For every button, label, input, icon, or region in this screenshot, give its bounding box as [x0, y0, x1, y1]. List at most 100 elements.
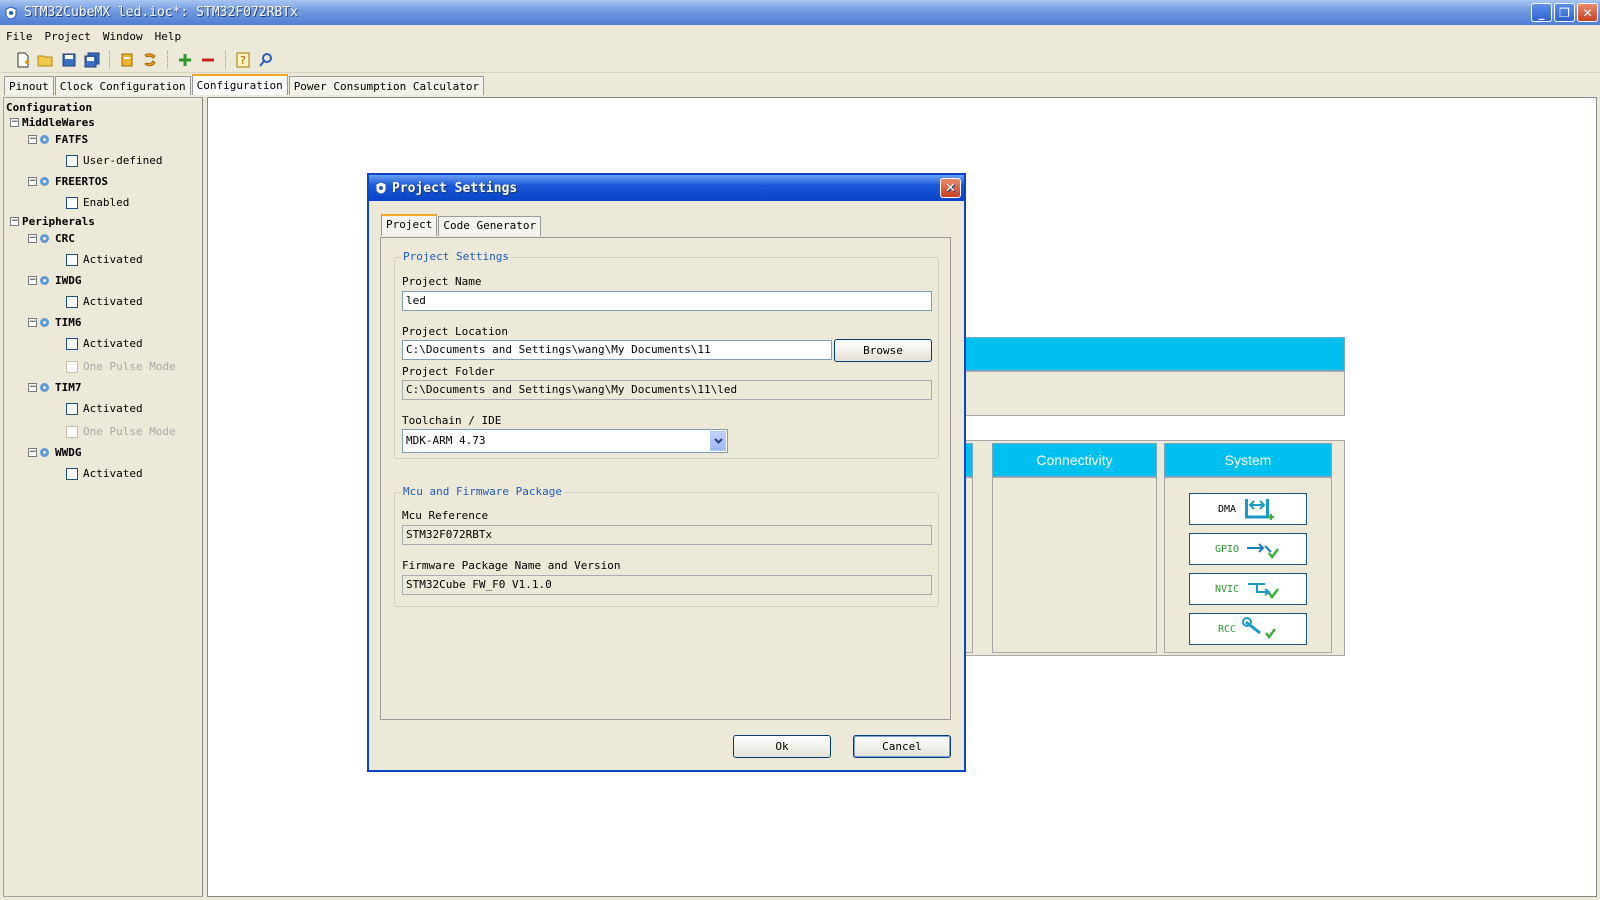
collapse-icon[interactable]: − — [28, 318, 37, 327]
dma-button[interactable]: DMA — [1189, 493, 1307, 525]
checkbox — [66, 360, 78, 373]
save-all-icon[interactable] — [83, 51, 101, 69]
checkbox[interactable] — [66, 402, 78, 415]
project-name-input[interactable]: led — [402, 291, 932, 311]
tab-code-generator[interactable]: Code Generator — [438, 216, 542, 236]
tree-wwdg-activated[interactable]: Activated — [66, 467, 143, 480]
project-settings-dialog: Project Settings ✕ Project Code Generato… — [367, 173, 966, 772]
nvic-button[interactable]: NVIC — [1189, 573, 1307, 605]
menu-help[interactable]: Help — [149, 30, 188, 43]
tree-crc[interactable]: − CRC — [28, 232, 75, 245]
menu-window[interactable]: Window — [97, 30, 149, 43]
gear-icon — [40, 276, 49, 285]
tree-tim6-one-pulse-mode: One Pulse Mode — [66, 360, 176, 373]
new-project-icon[interactable] — [14, 51, 32, 69]
zoom-in-plus-icon[interactable] — [176, 51, 194, 69]
tab-pinout[interactable]: Pinout — [4, 76, 54, 95]
collapse-icon[interactable]: − — [28, 234, 37, 243]
gpio-button[interactable]: GPIO — [1189, 533, 1307, 565]
stm32cubemx-logo-icon — [375, 181, 387, 195]
restore-button[interactable]: ❐ — [1554, 3, 1575, 22]
project-tab-panel: Project Settings Project Name led Projec… — [380, 237, 951, 720]
toolchain-label: Toolchain / IDE — [402, 414, 502, 427]
window-title: STM32CubeMX led.ioc*: STM32F072RBTx — [24, 5, 298, 20]
collapse-icon[interactable]: − — [10, 217, 19, 226]
generate-code-icon[interactable] — [141, 51, 159, 69]
menu-project[interactable]: Project — [39, 30, 97, 43]
search-icon[interactable] — [257, 51, 275, 69]
main-tab-bar: Pinout Clock Configuration Configuration… — [4, 74, 485, 95]
connectivity-header: Connectivity — [992, 443, 1157, 477]
dialog-close-button[interactable]: ✕ — [940, 178, 961, 198]
generate-report-icon[interactable] — [118, 51, 136, 69]
checkbox — [66, 425, 78, 438]
project-location-input[interactable]: C:\Documents and Settings\wang\My Docume… — [402, 340, 832, 360]
gear-icon — [40, 383, 49, 392]
tree-fatfs-user-defined[interactable]: User-defined — [66, 154, 162, 167]
tree-freertos-enabled[interactable]: Enabled — [66, 196, 129, 209]
tree-iwdg-activated[interactable]: Activated — [66, 295, 143, 308]
checkbox[interactable] — [66, 154, 78, 167]
configuration-tree-panel: Configuration − MiddleWares − FATFS User-d… — [3, 97, 203, 897]
tab-power-consumption-calculator[interactable]: Power Consumption Calculator — [288, 76, 485, 95]
window-close-button[interactable]: ✕ — [1577, 3, 1598, 22]
save-icon[interactable] — [60, 51, 78, 69]
tree-crc-activated[interactable]: Activated — [66, 253, 143, 266]
tree-tim7[interactable]: − TIM7 — [28, 381, 82, 394]
toolchain-select[interactable]: MDK-ARM 4.73 — [402, 429, 728, 453]
tab-configuration[interactable]: Configuration — [191, 74, 288, 95]
svg-text:?: ? — [240, 54, 246, 67]
tab-clock-configuration[interactable]: Clock Configuration — [54, 76, 191, 95]
collapse-icon[interactable]: − — [10, 118, 19, 127]
toolbar-separator — [167, 50, 168, 69]
gear-icon — [40, 234, 49, 243]
collapse-icon[interactable]: − — [28, 276, 37, 285]
middleware-area — [953, 371, 1345, 416]
rcc-button[interactable]: RCC — [1189, 613, 1307, 645]
cancel-button[interactable]: Cancel — [853, 735, 951, 758]
project-location-label: Project Location — [402, 325, 508, 338]
collapse-icon[interactable]: − — [28, 448, 37, 457]
gear-icon — [40, 318, 49, 327]
dialog-titlebar: Project Settings ✕ — [369, 175, 964, 201]
group-title: Mcu and Firmware Package — [401, 485, 564, 498]
collapse-icon[interactable]: − — [28, 177, 37, 186]
gear-icon — [40, 177, 49, 186]
tree-freertos[interactable]: − FREERTOS — [28, 175, 108, 188]
tree-wwdg[interactable]: − WWDG — [28, 446, 82, 459]
group-title: Project Settings — [401, 250, 511, 263]
menu-file[interactable]: File — [0, 30, 39, 43]
mcu-reference-field: STM32F072RBTx — [402, 525, 932, 545]
tree-iwdg[interactable]: − IWDG — [28, 274, 82, 287]
help-icon[interactable]: ? — [234, 51, 252, 69]
browse-button[interactable]: Browse — [834, 339, 932, 362]
nvic-icon — [1248, 583, 1280, 600]
tree-tim6-activated[interactable]: Activated — [66, 337, 143, 350]
toolbar-separator — [225, 50, 226, 69]
checkbox[interactable] — [66, 467, 78, 480]
checkbox[interactable] — [66, 295, 78, 308]
minimize-button[interactable]: _ — [1531, 3, 1552, 22]
open-folder-icon[interactable] — [37, 51, 55, 69]
window-titlebar: STM32CubeMX led.ioc*: STM32F072RBTx _ ❐ … — [0, 0, 1600, 25]
zoom-out-minus-icon[interactable] — [199, 51, 217, 69]
wrench-icon — [1242, 617, 1277, 640]
collapse-icon[interactable]: − — [28, 383, 37, 392]
chevron-down-icon[interactable] — [710, 431, 726, 451]
tab-project[interactable]: Project — [381, 214, 438, 236]
checkbox[interactable] — [66, 337, 78, 350]
project-name-label: Project Name — [402, 275, 482, 288]
collapse-icon[interactable]: − — [28, 135, 37, 144]
checkbox[interactable] — [66, 253, 78, 266]
checkbox[interactable] — [66, 196, 78, 209]
tree-tim7-one-pulse-mode: One Pulse Mode — [66, 425, 176, 438]
tree-middlewares[interactable]: − MiddleWares — [10, 116, 95, 129]
tree-tim7-activated[interactable]: Activated — [66, 402, 143, 415]
mcu-reference-label: Mcu Reference — [402, 509, 489, 522]
stm32cubemx-logo-icon — [5, 5, 17, 20]
tree-peripherals[interactable]: − Peripherals — [10, 215, 95, 228]
ok-button[interactable]: Ok — [733, 735, 831, 758]
project-folder-field: C:\Documents and Settings\wang\My Docume… — [402, 380, 932, 400]
tree-tim6[interactable]: − TIM6 — [28, 316, 82, 329]
tree-fatfs[interactable]: − FATFS — [28, 133, 88, 146]
